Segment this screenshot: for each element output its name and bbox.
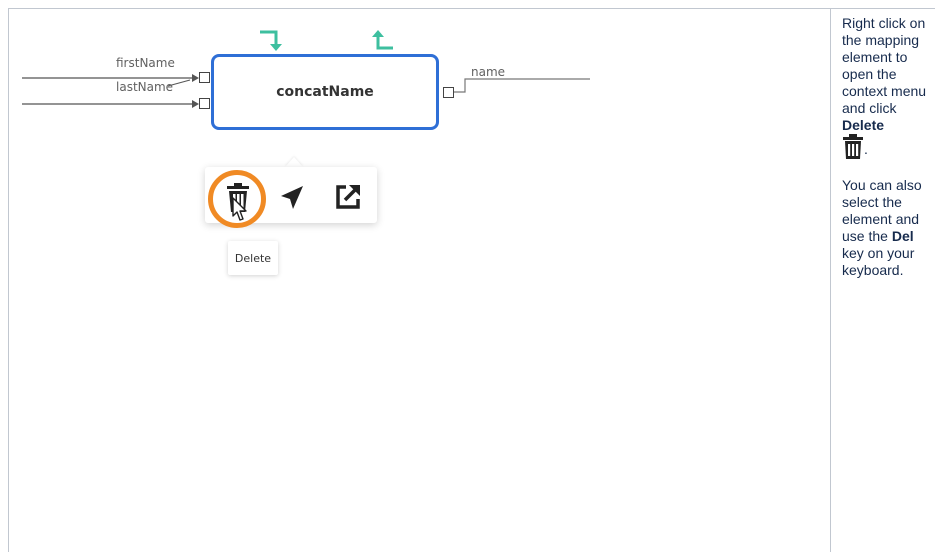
connector-name-output	[453, 78, 590, 93]
instruction-1-suffix: .	[864, 141, 868, 157]
output-port-name[interactable]	[443, 87, 454, 98]
mouse-cursor-icon	[232, 197, 247, 221]
instruction-step-1: Right click on the mapping element to op…	[842, 15, 932, 160]
input-label-last-name: lastName	[116, 80, 174, 94]
navigate-button[interactable]	[278, 183, 306, 213]
connector-first-name-arrow	[192, 74, 199, 82]
open-external-icon	[336, 185, 360, 209]
instructions-panel: Right click on the mapping element to op…	[842, 15, 932, 279]
connector-last-name-arrow	[192, 100, 199, 108]
flow-out-icon	[372, 30, 393, 50]
output-label-name: name	[471, 65, 506, 79]
navigate-icon	[281, 186, 303, 209]
tooltip-text: Delete	[234, 251, 272, 265]
column-divider	[830, 8, 831, 552]
input-label-first-name: firstName	[116, 56, 175, 70]
instruction-1-text: Right click on the mapping element to op…	[842, 15, 927, 116]
open-external-button[interactable]	[333, 182, 363, 212]
mapping-node[interactable]: concatName	[211, 54, 439, 130]
mapping-canvas[interactable]: firstName lastName name concatName Delet…	[0, 0, 830, 552]
inline-trash-icon	[842, 134, 864, 160]
context-menu-pointer	[285, 157, 303, 167]
delete-tooltip: Delete	[228, 241, 278, 275]
instruction-step-2: You can also select the element and use …	[842, 177, 932, 279]
input-port-last-name[interactable]	[199, 98, 210, 109]
instruction-2-bold: Del	[891, 228, 914, 244]
instruction-1-bold: Delete	[842, 117, 885, 133]
flow-in-icon	[260, 30, 282, 51]
input-port-first-name[interactable]	[199, 72, 210, 83]
instruction-2-suffix: key on your keyboard.	[842, 245, 915, 278]
node-title: concatName	[276, 84, 374, 100]
